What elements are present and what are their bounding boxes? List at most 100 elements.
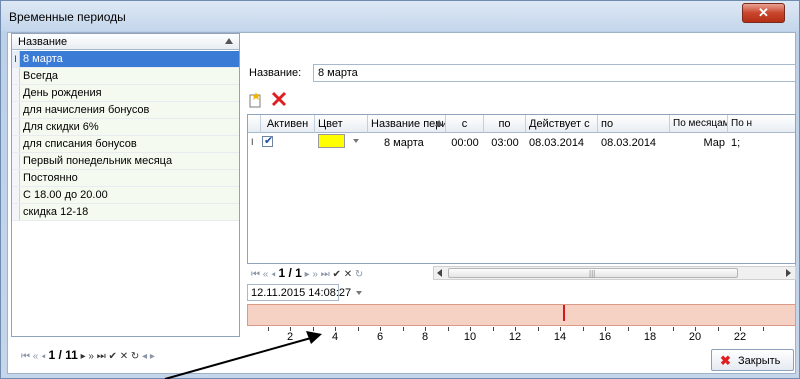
list-item[interactable]: скидка 12-18 xyxy=(12,204,239,221)
prev-page-icon[interactable]: « xyxy=(33,351,39,362)
list-item[interactable]: для списания бонусов xyxy=(12,136,239,153)
timeline-tick xyxy=(537,327,539,331)
chevron-down-icon[interactable] xyxy=(353,139,359,143)
sort-ascending-icon xyxy=(435,120,443,126)
color-swatch[interactable] xyxy=(318,134,345,148)
row-indicator: I xyxy=(12,51,20,67)
timeline-tick-label: 18 xyxy=(643,331,657,343)
period-list: Название I8 марта Всегда День рождения д… xyxy=(11,33,240,337)
scroll-left-icon[interactable] xyxy=(437,269,442,277)
scroll-left-icon[interactable]: ◂ xyxy=(142,351,147,362)
close-button[interactable]: ✖ Закрыть xyxy=(711,349,794,371)
datetime-value: 12.11.2015 14:08:27 xyxy=(251,287,352,299)
cancel-icon[interactable]: ✕ xyxy=(344,269,352,280)
close-button-label: Закрыть xyxy=(738,355,781,367)
column-header-valid-from[interactable]: Действует с xyxy=(526,115,598,133)
first-record-icon[interactable]: ⏮ xyxy=(21,351,30,362)
add-period-icon[interactable] xyxy=(247,90,265,108)
timeline-tick xyxy=(672,327,674,331)
timeline-tick-label: 6 xyxy=(376,331,384,343)
cell-valid-from[interactable]: 08.03.2014 xyxy=(526,134,598,152)
cell-by-months[interactable]: Мар xyxy=(670,134,728,152)
horizontal-scrollbar[interactable]: ||| xyxy=(433,266,796,280)
last-record-icon[interactable]: ⏭ xyxy=(321,269,330,280)
list-header-label: Название xyxy=(18,36,68,48)
close-icon: ✖ xyxy=(720,353,731,368)
timeline-tick-label: 2 xyxy=(286,331,294,343)
list-navigator[interactable]: ⏮ « ◂ 1 / 11 ▸ » ⏭ ✔ ✕ ↻ ◂ ▸ xyxy=(21,348,155,364)
list-item[interactable]: для начисления бонусов xyxy=(12,102,239,119)
timeline-tick-label: 4 xyxy=(331,331,339,343)
scroll-right-icon[interactable]: ▸ xyxy=(150,351,155,362)
timeline-tick-label: 22 xyxy=(733,331,747,343)
name-field[interactable]: 8 марта xyxy=(313,64,796,82)
timeline-tick xyxy=(582,327,584,331)
day-timeline[interactable] xyxy=(247,304,796,326)
cell-by-n[interactable]: 1; xyxy=(728,134,795,152)
record-counter: 1 / 1 xyxy=(278,266,302,280)
current-time-marker xyxy=(563,305,566,321)
timeline-tick-label: 16 xyxy=(598,331,612,343)
record-counter: 1 / 11 xyxy=(48,348,78,362)
column-header-from[interactable]: с xyxy=(446,115,484,133)
timeline-tick xyxy=(627,327,629,331)
timeline-tick xyxy=(357,327,359,331)
list-header[interactable]: Название xyxy=(12,34,239,50)
first-record-icon[interactable]: ⏮ xyxy=(251,269,260,280)
timeline-tick xyxy=(762,327,764,331)
timeline-tick-label: 8 xyxy=(421,331,429,343)
column-header-to[interactable]: по xyxy=(484,115,526,133)
active-checkbox[interactable]: ✔ xyxy=(262,135,274,147)
datetime-picker[interactable]: 12.11.2015 14:08:27 xyxy=(247,284,363,301)
prev-page-icon[interactable]: « xyxy=(263,269,269,280)
next-record-icon[interactable]: ▸ xyxy=(81,351,86,362)
name-label: Название: xyxy=(249,67,302,79)
title-bar: Временные периоды ✕ xyxy=(1,1,799,31)
list-item[interactable]: Постоянно xyxy=(12,170,239,187)
timeline-tick xyxy=(447,327,449,331)
timeline-tick-label: 10 xyxy=(463,331,477,343)
cell-from[interactable]: 00:00 xyxy=(446,134,484,152)
column-header-by-months[interactable]: По месяцам xyxy=(670,115,728,133)
scrollbar-thumb[interactable]: ||| xyxy=(448,268,738,278)
cancel-icon[interactable]: ✕ xyxy=(120,351,128,362)
prev-record-icon[interactable]: ◂ xyxy=(271,269,276,280)
next-page-icon[interactable]: » xyxy=(88,351,94,362)
column-header-valid-to[interactable]: по xyxy=(598,115,670,133)
row-indicator-header xyxy=(248,115,261,133)
timeline-tick-label: 20 xyxy=(688,331,702,343)
timeline-tick xyxy=(717,327,719,331)
confirm-icon[interactable]: ✔ xyxy=(333,269,341,280)
refresh-icon[interactable]: ↻ xyxy=(355,269,363,280)
row-indicator: I xyxy=(251,137,254,147)
timeline-tick xyxy=(492,327,494,331)
cell-to[interactable]: 03:00 xyxy=(484,134,526,152)
list-item[interactable]: День рождения xyxy=(12,85,239,102)
timeline-tick xyxy=(402,327,404,331)
list-item[interactable]: I8 марта xyxy=(12,51,239,68)
next-record-icon[interactable]: ▸ xyxy=(305,269,310,280)
chevron-down-icon[interactable] xyxy=(356,291,363,296)
column-header-active[interactable]: Активен xyxy=(261,115,315,133)
cell-period-name[interactable]: 8 марта xyxy=(381,134,446,152)
next-page-icon[interactable]: » xyxy=(312,269,318,280)
list-item[interactable]: Всегда xyxy=(12,68,239,85)
delete-period-icon[interactable] xyxy=(270,90,288,108)
column-header-color[interactable]: Цвет xyxy=(315,115,368,133)
timeline-tick xyxy=(312,327,314,331)
timeline-tick-label: 12 xyxy=(508,331,522,343)
cell-valid-to[interactable]: 08.03.2014 xyxy=(598,134,670,152)
grid-navigator[interactable]: ⏮ « ◂ 1 / 1 ▸ » ⏭ ✔ ✕ ↻ xyxy=(251,266,363,282)
window-close-button[interactable]: ✕ xyxy=(742,3,785,23)
window-title: Временные периоды xyxy=(9,10,126,24)
refresh-icon[interactable]: ↻ xyxy=(131,351,139,362)
scroll-right-icon[interactable] xyxy=(786,269,791,277)
last-record-icon[interactable]: ⏭ xyxy=(97,351,106,362)
list-item[interactable]: С 18.00 до 20.00 xyxy=(12,187,239,204)
column-header-by-n[interactable]: По н xyxy=(728,115,795,133)
check-icon: ✔ xyxy=(264,135,274,147)
confirm-icon[interactable]: ✔ xyxy=(109,351,117,362)
prev-record-icon[interactable]: ◂ xyxy=(41,351,46,362)
list-item[interactable]: Первый понедельник месяца xyxy=(12,153,239,170)
list-item[interactable]: Для скидки 6% xyxy=(12,119,239,136)
